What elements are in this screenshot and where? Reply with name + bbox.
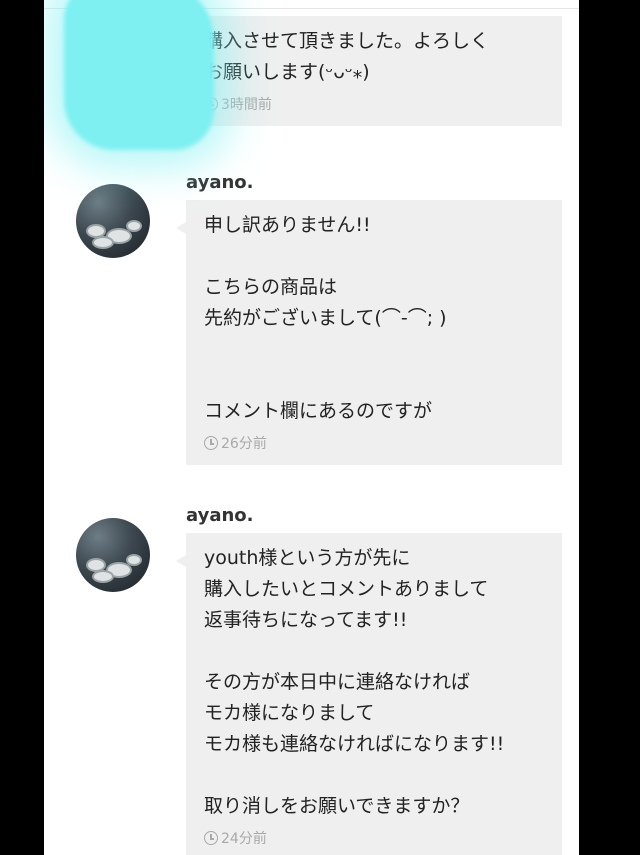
- message-line: その方が本日中に連絡なければ: [204, 671, 471, 693]
- message-bubble: 申し訳ありません!! こちらの商品は 先約がございまして(⌒-⌒; ) コメント…: [176, 200, 562, 465]
- username[interactable]: ayano.: [186, 505, 254, 526]
- message-line: コメント欄にあるのですが: [204, 400, 433, 422]
- message-line: 購入したいとコメントありまして: [204, 578, 489, 600]
- message-line: 申し訳ありません!!: [204, 214, 371, 236]
- message-line: [204, 241, 544, 272]
- message-line: [204, 760, 544, 791]
- message-line: こちらの商品は: [204, 276, 338, 298]
- timestamp-text: 24分前: [221, 831, 267, 847]
- message-line: お願いします(ᵕᴗᵕ⁎): [204, 61, 370, 83]
- message-line: youth様という方が先に: [204, 547, 411, 569]
- message-bubble: 購入させて頂きました。よろしく お願いします(ᵕᴗᵕ⁎) 3時間前: [176, 16, 562, 126]
- message-line: 取り消しをお願いできますか？: [204, 795, 470, 817]
- clock-icon: [204, 831, 218, 845]
- message-line: [204, 636, 544, 667]
- timestamp: 26分前: [204, 433, 544, 453]
- redaction-highlight: [64, 0, 214, 150]
- message-line: [204, 365, 544, 396]
- avatar[interactable]: [76, 518, 150, 592]
- message-line: モカ様になりまして: [204, 702, 375, 724]
- message-line: モカ様も連絡なければになります!!: [204, 733, 505, 755]
- message-line: 返事待ちになってます!!: [204, 609, 408, 631]
- timestamp: 3時間前: [204, 94, 544, 114]
- avatar[interactable]: [76, 184, 150, 258]
- message-line: [204, 334, 544, 365]
- message-line: 購入させて頂きました。よろしく: [204, 30, 490, 52]
- timestamp-text: 3時間前: [221, 97, 272, 113]
- clock-icon: [204, 436, 218, 450]
- timestamp-text: 26分前: [221, 436, 267, 452]
- message-line: 先約がございまして(⌒-⌒; ): [204, 307, 447, 329]
- comment-panel: 購入させて頂きました。よろしく お願いします(ᵕᴗᵕ⁎) 3時間前 ayano.…: [44, 0, 579, 855]
- message-bubble: youth様という方が先に 購入したいとコメントありまして 返事待ちになってます…: [176, 533, 562, 855]
- timestamp: 24分前: [204, 828, 544, 848]
- username[interactable]: ayano.: [186, 172, 254, 193]
